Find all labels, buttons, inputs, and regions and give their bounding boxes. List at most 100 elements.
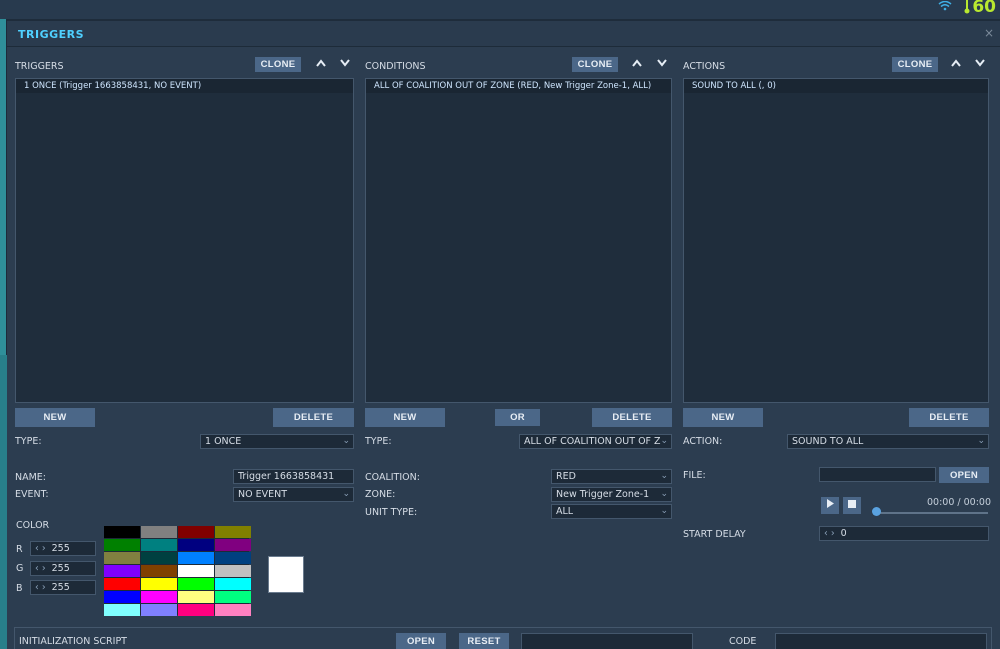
list-item[interactable]: SOUND TO ALL (, 0) <box>684 79 988 93</box>
init-script-open-button[interactable]: OPEN <box>396 633 446 649</box>
color-swatch[interactable] <box>215 591 251 603</box>
playback-slider-handle[interactable] <box>872 507 881 516</box>
color-swatch[interactable] <box>104 539 140 551</box>
conditions-list[interactable]: ALL OF COALITION OUT OF ZONE (RED, New T… <box>365 78 672 403</box>
play-button[interactable] <box>821 497 839 514</box>
init-script-file-field[interactable] <box>521 633 693 649</box>
chevron-down-icon: ⌄ <box>977 436 985 446</box>
actions-list[interactable]: SOUND TO ALL (, 0) <box>683 78 989 403</box>
color-swatch[interactable] <box>141 604 177 616</box>
conditions-or-button[interactable]: OR <box>495 409 540 426</box>
actions-delete-button[interactable]: DELETE <box>909 408 989 427</box>
file-field[interactable] <box>819 467 936 482</box>
stepper-arrows-icon: ‹ › <box>35 543 46 554</box>
triggers-new-button[interactable]: NEW <box>15 408 95 427</box>
color-swatch[interactable] <box>178 578 214 590</box>
start-delay-stepper[interactable]: ‹ › 0 <box>819 526 989 541</box>
action-select[interactable]: SOUND TO ALL ⌄ <box>787 434 989 449</box>
init-script-label: INITIALIZATION SCRIPT <box>19 636 127 647</box>
trigger-type-select[interactable]: 1 ONCE ⌄ <box>200 434 354 449</box>
r-stepper[interactable]: ‹ › 255 <box>30 541 96 556</box>
color-swatch[interactable] <box>178 539 214 551</box>
color-swatch[interactable] <box>178 591 214 603</box>
color-swatch[interactable] <box>215 526 251 538</box>
playback-slider-track[interactable] <box>876 512 988 514</box>
conditions-move-down-icon[interactable] <box>657 57 667 70</box>
stepper-arrows-icon: ‹ › <box>824 528 835 539</box>
conditions-new-button[interactable]: NEW <box>365 408 445 427</box>
code-field[interactable] <box>775 633 987 649</box>
color-swatch[interactable] <box>141 578 177 590</box>
action-label: ACTION: <box>683 436 723 447</box>
thermometer-icon <box>964 0 970 18</box>
conditions-delete-button[interactable]: DELETE <box>592 408 672 427</box>
actions-move-up-icon[interactable] <box>951 57 961 70</box>
init-script-bar: INITIALIZATION SCRIPT OPEN RESET CODE <box>14 627 992 649</box>
g-stepper[interactable]: ‹ › 255 <box>30 561 96 576</box>
color-swatch[interactable] <box>215 604 251 616</box>
color-swatch[interactable] <box>215 565 251 577</box>
stepper-arrows-icon: ‹ › <box>35 563 46 574</box>
color-swatch[interactable] <box>215 552 251 564</box>
color-swatch[interactable] <box>141 565 177 577</box>
actions-header: ACTIONS <box>683 61 726 72</box>
zone-select[interactable]: New Trigger Zone-1 ⌄ <box>551 487 672 502</box>
conditions-move-up-icon[interactable] <box>632 57 642 70</box>
actions-move-down-icon[interactable] <box>975 57 985 70</box>
list-item[interactable]: ALL OF COALITION OUT OF ZONE (RED, New T… <box>366 79 671 93</box>
b-value: 255 <box>51 582 70 593</box>
color-swatch[interactable] <box>178 552 214 564</box>
file-open-button[interactable]: OPEN <box>939 467 989 483</box>
top-status-bar: 60 <box>0 0 1000 19</box>
color-preview <box>268 556 304 593</box>
triggers-move-up-icon[interactable] <box>316 57 326 70</box>
b-stepper[interactable]: ‹ › 255 <box>30 580 96 595</box>
unit-type-select[interactable]: ALL ⌄ <box>551 504 672 519</box>
fps-counter: 60 <box>972 0 996 17</box>
condition-type-value: ALL OF COALITION OUT OF Z <box>524 436 661 447</box>
color-swatch[interactable] <box>141 526 177 538</box>
chevron-down-icon: ⌄ <box>660 436 668 446</box>
play-icon <box>827 499 834 508</box>
window-title: TRIGGERS <box>18 28 85 41</box>
color-swatch[interactable] <box>178 604 214 616</box>
color-swatch[interactable] <box>104 604 140 616</box>
color-swatch[interactable] <box>215 539 251 551</box>
actions-clone-button[interactable]: CLONE <box>892 57 938 72</box>
trigger-name-field[interactable]: Trigger 1663858431 <box>233 469 354 484</box>
color-swatch[interactable] <box>141 591 177 603</box>
actions-new-button[interactable]: NEW <box>683 408 763 427</box>
list-item[interactable]: 1 ONCE (Trigger 1663858431, NO EVENT) <box>16 79 353 93</box>
triggers-move-down-icon[interactable] <box>340 57 350 70</box>
unit-type-label: UNIT TYPE: <box>365 507 418 518</box>
color-swatch[interactable] <box>215 578 251 590</box>
conditions-clone-button[interactable]: CLONE <box>572 57 618 72</box>
color-swatch[interactable] <box>141 552 177 564</box>
window-titlebar: TRIGGERS × <box>7 21 1000 47</box>
color-swatch[interactable] <box>178 526 214 538</box>
stop-button[interactable] <box>843 497 861 514</box>
triggers-delete-button[interactable]: DELETE <box>273 408 354 427</box>
color-swatch[interactable] <box>104 526 140 538</box>
stepper-arrows-icon: ‹ › <box>35 582 46 593</box>
init-script-reset-button[interactable]: RESET <box>459 633 509 649</box>
color-swatch[interactable] <box>141 539 177 551</box>
r-value: 255 <box>51 543 70 554</box>
color-swatch[interactable] <box>104 565 140 577</box>
triggers-window: TRIGGERS × TRIGGERS CLONE 1 ONCE (Trigge… <box>7 19 1000 649</box>
wifi-icon <box>938 0 952 14</box>
condition-type-select[interactable]: ALL OF COALITION OUT OF Z ⌄ <box>519 434 672 449</box>
trigger-event-select[interactable]: NO EVENT ⌄ <box>233 487 354 502</box>
close-icon[interactable]: × <box>984 26 994 40</box>
code-label: CODE <box>729 636 757 647</box>
chevron-down-icon: ⌄ <box>660 506 668 516</box>
chevron-down-icon: ⌄ <box>342 436 350 446</box>
color-swatch[interactable] <box>104 552 140 564</box>
coalition-select[interactable]: RED ⌄ <box>551 469 672 484</box>
color-swatch[interactable] <box>104 591 140 603</box>
triggers-list[interactable]: 1 ONCE (Trigger 1663858431, NO EVENT) <box>15 78 354 403</box>
triggers-clone-button[interactable]: CLONE <box>255 57 301 72</box>
color-swatch[interactable] <box>178 565 214 577</box>
start-delay-label: START DELAY <box>683 529 746 540</box>
color-swatch[interactable] <box>104 578 140 590</box>
